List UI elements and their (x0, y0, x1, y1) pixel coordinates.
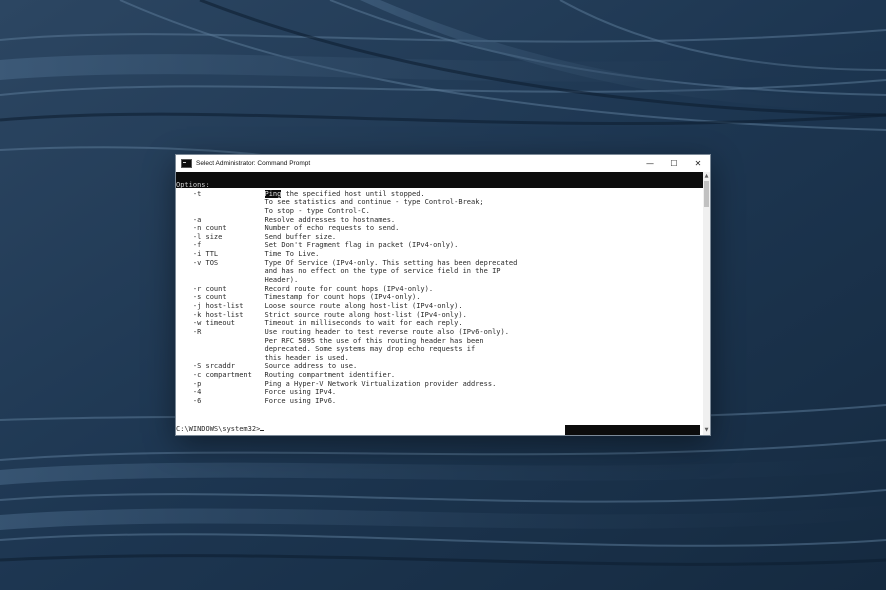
console-area[interactable]: Options: -t Ping the specified host until… (176, 172, 703, 435)
option-flag: -k host-list (176, 310, 244, 319)
window-title: Select Administrator: Command Prompt (196, 160, 311, 167)
option-description: Source address to use. (264, 362, 358, 371)
option-flag: -i TTL (176, 250, 219, 259)
option-flag: -c compartment (176, 371, 252, 380)
console-line: To stop - type Control-C. (176, 207, 517, 216)
console-line: -s count Timestamp for count hops (IPv4-o… (176, 293, 517, 302)
console-line: -i TTL Time To Live. (176, 250, 517, 259)
console-line: -v TOS Type Of Service (IPv4-only. This s… (176, 258, 518, 268)
console-line: -j host-list Loose source route along hos… (176, 302, 517, 311)
option-flag: -a (176, 215, 202, 224)
cmd-icon (181, 159, 192, 168)
console-output: Options: -t Ping the specified host until… (176, 181, 517, 406)
text-cursor (260, 430, 265, 431)
option-description: Header). (264, 276, 299, 285)
vertical-scrollbar[interactable]: ▲ ▼ (703, 172, 710, 435)
console-line: -n count Number of echo requests to send. (176, 224, 517, 233)
option-flag: -6 (176, 397, 202, 406)
console-line: -a Resolve addresses to hostnames. (176, 216, 517, 225)
console-selection-block (565, 425, 700, 435)
option-description: this header is used. (264, 353, 349, 362)
options-heading: Options: (176, 181, 210, 189)
console-line: -t Ping the specified host until stopped. (176, 189, 517, 199)
option-description: Ping the specified host until stopped. (264, 189, 425, 198)
console-line: To see statistics and continue - type Co… (176, 198, 517, 207)
console-line: -S srcaddr Source address to use. (176, 362, 517, 371)
title-bar[interactable]: Select Administrator: Command Prompt — ☐… (176, 155, 710, 172)
option-flag: -r count (176, 284, 227, 293)
option-description: Use routing header to test reverse route… (264, 327, 509, 336)
option-flag: -v TOS (176, 258, 219, 267)
option-flag: -4 (176, 388, 202, 397)
console-line: this header is used. (176, 354, 517, 363)
option-flag: -p (176, 379, 202, 388)
prompt-text: C:\WINDOWS\system32> (176, 425, 261, 433)
console-line: Header). (176, 276, 517, 285)
option-flag: -j host-list (176, 301, 244, 310)
console-line: -4 Force using IPv4. (176, 388, 517, 397)
option-description: Send buffer size. (264, 232, 337, 241)
option-description: Timeout in milliseconds to wait for each… (264, 319, 463, 328)
console-line: -6 Force using IPv6. (176, 397, 517, 406)
option-description: Force using IPv6. (264, 397, 337, 406)
option-flag: -f (176, 241, 202, 250)
console-line: Per RFC 5095 the use of this routing hea… (176, 337, 517, 346)
option-flag: -w timeout (176, 319, 236, 328)
console-line: -c compartment Routing compartment identi… (176, 371, 517, 380)
option-description: Time To Live. (264, 250, 320, 259)
option-flag: -n count (176, 224, 227, 233)
option-flag: -t (176, 189, 202, 198)
option-description: Strict source route along host-list (IPv… (264, 310, 467, 319)
option-description: Record route for count hops (IPv4-only). (264, 284, 434, 293)
console-line: -f Set Don't Fragment flag in packet (IPv… (176, 241, 517, 250)
selected-text: Ping (264, 189, 282, 198)
option-description: Number of echo requests to send. (264, 224, 400, 233)
console-line: -w timeout Timeout in milliseconds to wai… (176, 319, 517, 328)
option-description: To stop - type Control-C. (264, 206, 370, 215)
option-description: Routing compartment identifier. (264, 371, 396, 380)
option-description: Resolve addresses to hostnames. (264, 215, 396, 224)
option-description: and has no effect on the type of service… (264, 267, 501, 276)
minimize-button[interactable]: — (638, 155, 662, 172)
option-description: Force using IPv4. (264, 388, 337, 397)
option-flag: -S srcaddr (176, 362, 236, 371)
option-description: To see statistics and continue - type Co… (264, 198, 484, 207)
console-line: and has no effect on the type of service… (176, 267, 517, 276)
option-description: Loose source route along host-list (IPv4… (264, 301, 463, 310)
scroll-up-arrow-icon[interactable]: ▲ (703, 173, 710, 180)
console-line: -p Ping a Hyper-V Network Virtualization … (176, 380, 517, 389)
option-description: Type Of Service (IPv4-only. This setting… (264, 258, 518, 267)
command-prompt-line[interactable]: C:\WINDOWS\system32> (176, 425, 265, 434)
console-line: -r count Record route for count hops (IPv… (176, 285, 517, 294)
option-flag: -l size (176, 232, 223, 241)
option-description: Set Don't Fragment flag in packet (IPv4-… (264, 241, 459, 250)
maximize-button[interactable]: ☐ (662, 155, 686, 172)
scroll-down-arrow-icon[interactable]: ▼ (703, 427, 710, 434)
console-line: -k host-list Strict source route along ho… (176, 311, 517, 320)
close-button[interactable]: ✕ (686, 155, 710, 172)
scroll-thumb[interactable] (704, 181, 709, 207)
command-prompt-window[interactable]: Select Administrator: Command Prompt — ☐… (176, 155, 710, 435)
console-line: Options: (176, 181, 517, 190)
option-description: Per RFC 5095 the use of this routing hea… (264, 336, 484, 345)
window-controls: — ☐ ✕ (638, 155, 710, 172)
option-flag: -s count (176, 293, 227, 302)
option-description: deprecated. Some systems may drop echo r… (264, 345, 476, 354)
option-description: Timestamp for count hops (IPv4-only). (264, 293, 421, 302)
option-description: Ping a Hyper-V Network Virtualization pr… (264, 379, 497, 388)
console-line: -l size Send buffer size. (176, 233, 517, 242)
console-line: -R Use routing header to test reverse rou… (176, 328, 517, 337)
console-line: deprecated. Some systems may drop echo r… (176, 345, 517, 354)
description-text: the specified host until stopped. (281, 189, 425, 198)
option-flag: -R (176, 327, 202, 336)
